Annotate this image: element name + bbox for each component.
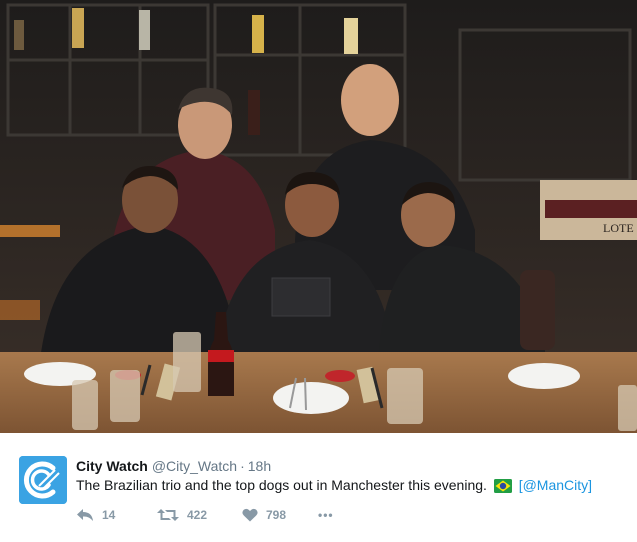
tweet-time[interactable]: 18h	[248, 458, 271, 474]
more-icon[interactable]: •••	[318, 505, 334, 525]
reply-button[interactable]: 14	[76, 505, 115, 525]
reply-icon	[76, 508, 94, 522]
retweet-button[interactable]: 422	[157, 505, 207, 525]
separator: ·	[240, 458, 245, 474]
reply-count: 14	[102, 508, 116, 522]
tweet-text: The Brazilian trio and the top dogs out …	[76, 476, 592, 498]
crate-label: LOTE	[603, 221, 634, 235]
tweet-photo[interactable]: LOTE	[0, 0, 637, 433]
tweet-card: City Watch @City_Watch · 18h The Brazilian …	[0, 433, 637, 542]
city-watch-logo-icon[interactable]	[19, 456, 67, 504]
tweet-actions: 14 422 798 •••	[76, 505, 376, 525]
link-close-bracket: ]	[588, 477, 593, 493]
retweet-icon	[157, 508, 179, 522]
heart-icon	[242, 508, 258, 522]
like-button[interactable]: 798	[242, 505, 286, 525]
retweet-count: 422	[187, 508, 208, 522]
tweet-body: The Brazilian trio and the top dogs out …	[76, 477, 487, 493]
tweet-header: City Watch @City_Watch · 18h	[76, 457, 271, 475]
brazil-flag-icon	[493, 479, 512, 498]
display-name[interactable]: City Watch	[76, 458, 148, 474]
user-handle[interactable]: @City_Watch	[152, 458, 237, 474]
wine-crate: LOTE	[540, 180, 637, 240]
chair	[520, 270, 555, 350]
ambient-light	[0, 225, 60, 237]
like-count: 798	[266, 508, 287, 522]
mention-link[interactable]: @ManCity	[523, 477, 589, 493]
ambient-light	[0, 300, 40, 320]
